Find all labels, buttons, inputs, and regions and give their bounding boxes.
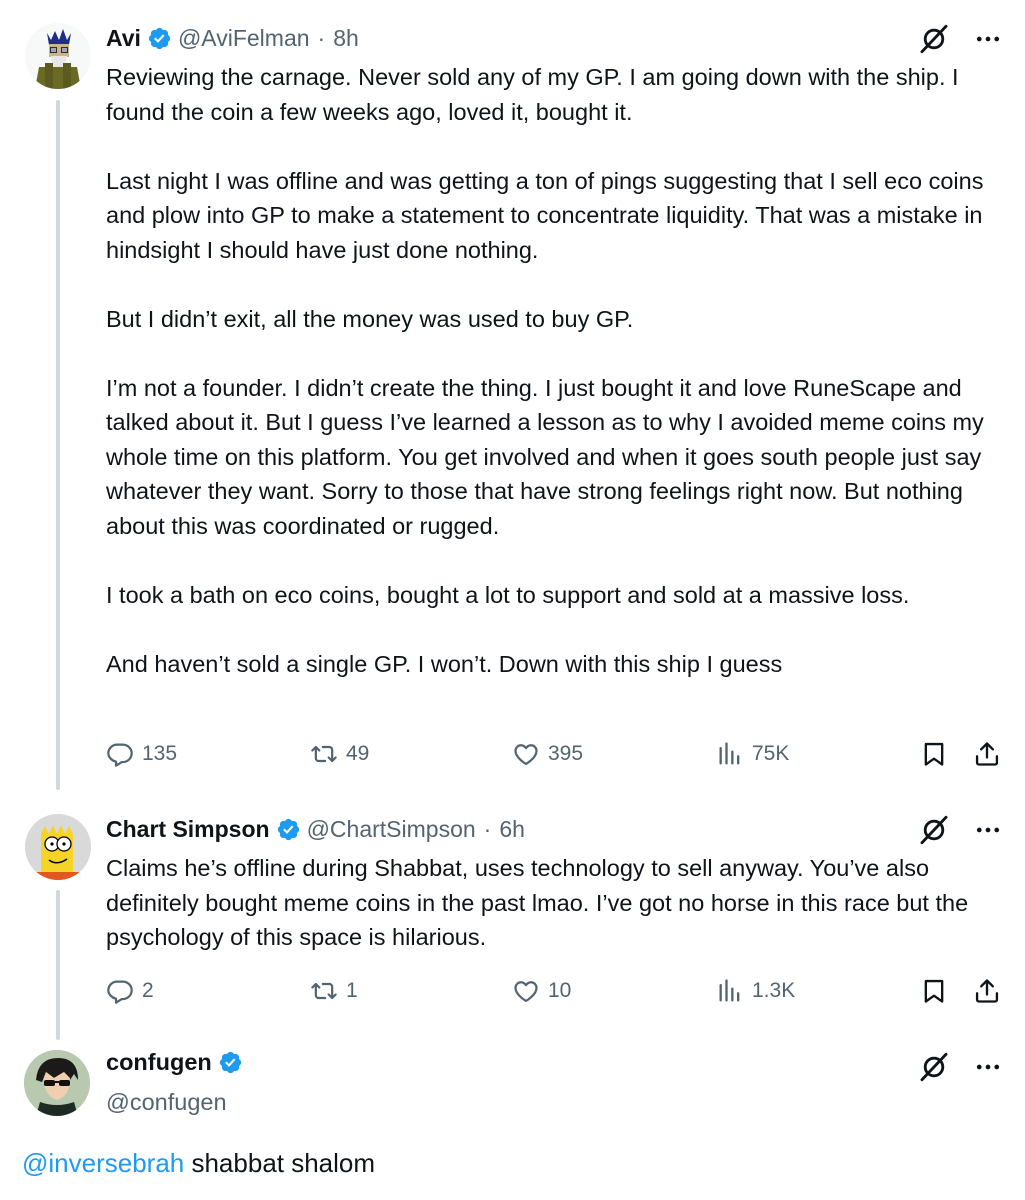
reply-button[interactable]: 2	[106, 977, 154, 1005]
share-button[interactable]	[973, 977, 1001, 1005]
grok-icon[interactable]	[917, 22, 951, 56]
timestamp[interactable]: 8h	[333, 25, 359, 52]
more-icon[interactable]	[973, 24, 1003, 54]
separator-dot: ·	[317, 25, 326, 51]
bookmark-icon	[920, 977, 948, 1005]
repost-button[interactable]: 49	[310, 740, 369, 768]
tweet-text-body: shabbat shalom	[184, 1148, 376, 1178]
verified-badge-icon	[147, 26, 172, 51]
separator-dot: ·	[483, 816, 492, 842]
verified-badge-icon	[218, 1050, 243, 1075]
thread-line	[56, 890, 60, 1040]
tweet-text: Reviewing the carnage. Never sold any of…	[106, 64, 984, 677]
reply-count: 2	[142, 979, 154, 1002]
more-icon[interactable]	[973, 815, 1003, 845]
action-bar: 135 49 395 75K	[106, 740, 1001, 772]
views-button[interactable]: 75K	[716, 740, 789, 768]
avatar-pixel-wizard-icon	[25, 23, 91, 89]
avatar[interactable]	[25, 814, 91, 880]
repost-count: 49	[346, 742, 370, 765]
views-button[interactable]: 1.3K	[716, 977, 795, 1005]
author-handle[interactable]: @confugen	[106, 1089, 227, 1116]
like-button[interactable]: 395	[512, 740, 583, 768]
share-button[interactable]	[973, 740, 1001, 768]
like-icon	[512, 977, 540, 1005]
avatar[interactable]	[24, 1050, 90, 1116]
reply-icon	[106, 740, 134, 768]
views-count: 75K	[752, 742, 790, 765]
reply-icon	[106, 977, 134, 1005]
bookmark-button[interactable]	[920, 740, 948, 768]
views-count: 1.3K	[752, 979, 796, 1002]
grok-icon[interactable]	[917, 813, 951, 847]
author-name[interactable]: Chart Simpson	[106, 816, 270, 843]
repost-icon	[310, 977, 338, 1005]
share-icon	[973, 740, 1001, 768]
avatar-bart-simpson-icon	[25, 814, 91, 880]
like-count: 10	[548, 979, 572, 1002]
thread-line	[56, 100, 60, 790]
author-name[interactable]: confugen	[106, 1049, 212, 1076]
author-handle[interactable]: @AviFelman	[178, 25, 310, 52]
action-bar: 2 1 10 1.3K	[106, 977, 1001, 1009]
reply-count: 135	[142, 742, 178, 765]
grok-icon[interactable]	[917, 1050, 951, 1084]
reply-button[interactable]: 135	[106, 740, 177, 768]
bookmark-icon	[920, 740, 948, 768]
more-icon[interactable]	[973, 1052, 1003, 1082]
like-button[interactable]: 10	[512, 977, 571, 1005]
tweet-text: Claims he’s offline during Shabbat, uses…	[106, 855, 975, 950]
views-icon	[716, 977, 744, 1005]
views-icon	[716, 740, 744, 768]
timestamp[interactable]: 6h	[499, 816, 525, 843]
author-name[interactable]: Avi	[106, 25, 141, 52]
repost-icon	[310, 740, 338, 768]
like-count: 395	[548, 742, 584, 765]
repost-count: 1	[346, 979, 358, 1002]
tweet-text: @inversebrah shabbat shalom	[22, 1148, 375, 1179]
avatar-anime-sunglasses-icon	[24, 1050, 90, 1116]
author-handle[interactable]: @ChartSimpson	[307, 816, 476, 843]
share-icon	[973, 977, 1001, 1005]
avatar[interactable]	[25, 23, 91, 89]
mention-link[interactable]: @inversebrah	[22, 1148, 184, 1178]
repost-button[interactable]: 1	[310, 977, 358, 1005]
bookmark-button[interactable]	[920, 977, 948, 1005]
verified-badge-icon	[276, 817, 301, 842]
like-icon	[512, 740, 540, 768]
